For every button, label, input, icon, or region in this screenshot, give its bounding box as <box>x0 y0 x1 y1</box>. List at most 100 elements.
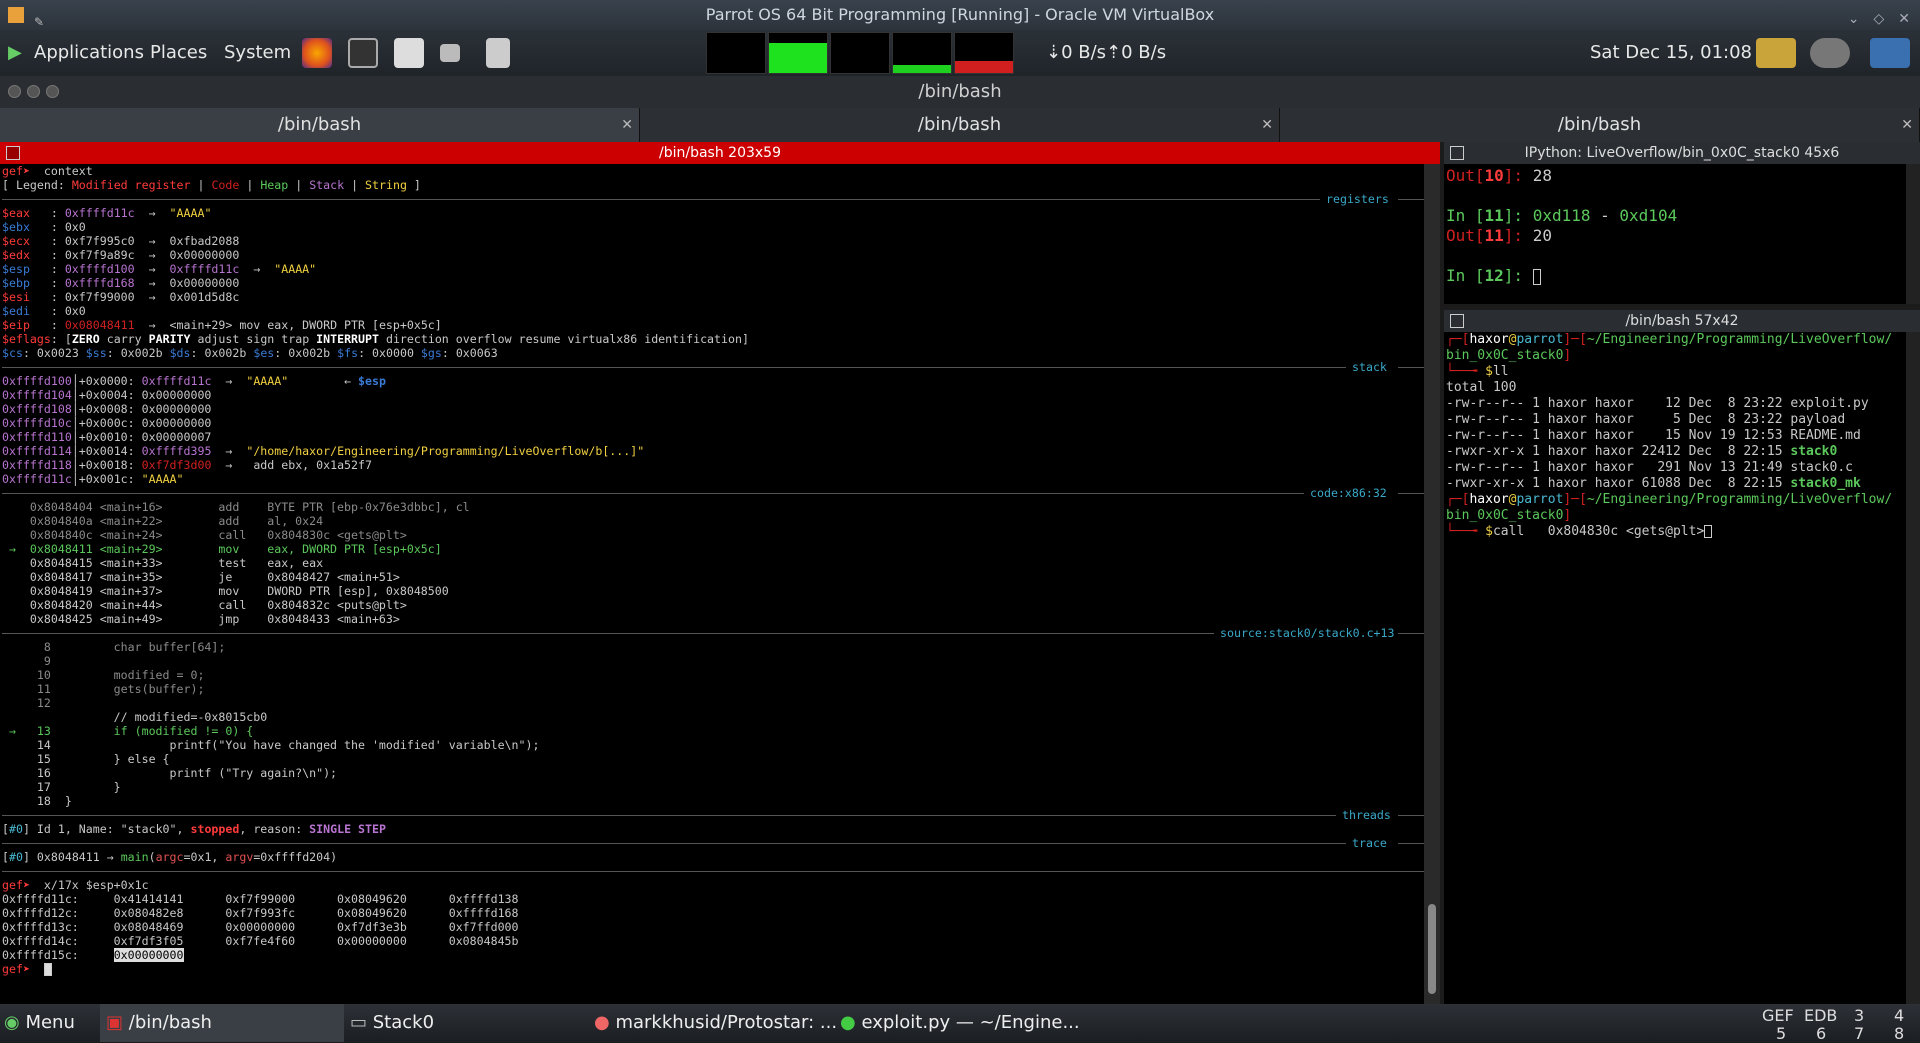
firefox-icon[interactable] <box>302 38 332 68</box>
workspace-8[interactable]: 8 <box>1894 1024 1904 1043</box>
terminal-line: [#0] Id 1, Name: "stack0", stopped, reas… <box>2 822 386 836</box>
ipython-line: Out[10]: 28 <box>1446 166 1552 185</box>
tab-3[interactable]: /bin/bash ✕ <box>1280 108 1920 142</box>
gef-prompt[interactable]: gef➤ <box>2 962 1424 976</box>
terminal-split-icon[interactable] <box>1450 146 1464 160</box>
terminal-split-icon[interactable] <box>6 146 20 160</box>
terminal-line: $ebx : 0x0 <box>2 220 86 234</box>
stack-label: stack <box>1346 360 1393 374</box>
taskbar: ◉ Menu ▣ /bin/bash ▭ Stack0 ● markkhusid… <box>0 1004 1920 1043</box>
ipython-terminal[interactable]: Out[10]: 28 In [11]: 0xd118 - 0xd104 Out… <box>1444 164 1906 304</box>
terminal-icon: ▣ <box>106 1012 124 1033</box>
source-line: 14 printf("You have changed the 'modifie… <box>2 738 540 752</box>
terminal-split-icon[interactable] <box>1450 314 1464 328</box>
network-graph <box>892 32 952 74</box>
bash-pane-title: /bin/bash 57x42 <box>1625 313 1739 329</box>
user-icon[interactable] <box>1870 38 1910 68</box>
close-dot-icon[interactable] <box>8 85 21 98</box>
close-tab-icon[interactable]: ✕ <box>621 108 633 142</box>
section-separator: source:stack0/stack0.c+13 <box>2 626 1424 640</box>
source-line: 12 <box>2 696 51 710</box>
terminal-line: $esi : 0xf7f99000 → 0x001d5d8c <box>2 290 240 304</box>
applications-menu[interactable]: Applications <box>34 42 144 63</box>
task-label: Stack0 <box>372 1012 435 1033</box>
ipython-prompt[interactable]: In [12]: <box>1446 266 1904 286</box>
source-line: 17 } <box>2 780 121 794</box>
section-separator: threads <box>2 808 1424 822</box>
code-line: 0x8048415 <main+33> test eax, eax <box>2 556 324 570</box>
terminal-line: [ Legend: Modified register | Code | Hea… <box>2 178 421 192</box>
maximize-dot-icon[interactable] <box>46 85 59 98</box>
trace-label: trace <box>1346 836 1393 850</box>
left-terminal-title: /bin/bash 203x59 <box>659 145 781 161</box>
close-tab-icon[interactable]: ✕ <box>1901 108 1913 142</box>
workspace-5[interactable]: 5 <box>1776 1024 1786 1043</box>
volume-icon[interactable] <box>1810 38 1850 68</box>
terminal-line: [#0] 0x8048411 → main(argc=0x1, argv=0xf… <box>2 850 338 864</box>
bash-terminal[interactable]: ┌─[haxor@parrot]─[~/Engineering/Programm… <box>1444 332 1906 1004</box>
task-editor[interactable]: ● exploit.py — ~/Engine... <box>840 1004 1080 1042</box>
scrollbar-thumb[interactable] <box>1428 904 1436 994</box>
display-icon[interactable] <box>1756 38 1796 68</box>
source-line: 11 gets(buffer); <box>2 682 205 696</box>
task-stack0[interactable]: ▭ Stack0 <box>350 1004 434 1042</box>
terminal-line: 0xffffd118│+0x0018: 0xf7df3d00 → add ebx… <box>2 458 372 472</box>
section-separator: stack <box>2 360 1424 374</box>
workspace-gef[interactable]: GEF <box>1762 1006 1794 1025</box>
system-menu[interactable]: System <box>224 42 291 63</box>
close-tab-icon[interactable]: ✕ <box>1261 108 1273 142</box>
workspace-6[interactable]: 6 <box>1816 1024 1826 1043</box>
workspace-7[interactable]: 7 <box>1854 1024 1864 1043</box>
prompt-line: ┌─[haxor@parrot]─[~/Engineering/Programm… <box>1446 332 1893 347</box>
terminal-launcher-icon[interactable] <box>348 38 378 68</box>
task-label: /bin/bash <box>128 1012 212 1033</box>
terminal-line: $ecx : 0xf7f995c0 → 0xfbad2088 <box>2 234 240 248</box>
top-panel: ▶ Applications Places System ⇣0 B/s⇡0 B/… <box>0 30 1920 76</box>
prompt-line: ┌─[haxor@parrot]─[~/Engineering/Programm… <box>1446 492 1893 507</box>
clock[interactable]: Sat Dec 15, 01:08 <box>1590 42 1752 63</box>
workspace-edb[interactable]: EDB <box>1804 1006 1837 1025</box>
section-separator <box>2 864 1424 878</box>
bash-pane-header: /bin/bash 57x42 <box>1444 310 1920 332</box>
tab-2[interactable]: /bin/bash ✕ <box>640 108 1280 142</box>
calculator-icon[interactable] <box>486 38 510 68</box>
disk-graph <box>954 32 1014 74</box>
left-terminal-scrollbar[interactable] <box>1424 164 1440 1004</box>
minimize-dot-icon[interactable] <box>27 85 40 98</box>
terminal-line: 0xffffd10c│+0x000c: 0x00000000 <box>2 416 212 430</box>
source-line: 9 <box>2 654 51 668</box>
memory-dump-line: 0xffffd11c: 0x41414141 0xf7f99000 0x0804… <box>2 892 519 906</box>
file-row: -rw-r--r-- 1 haxor haxor 5 Dec 8 23:22 p… <box>1446 412 1846 427</box>
terminal-line: 0xffffd11c│+0x001c: "AAAA" <box>2 472 184 486</box>
terminal-line: $eip : 0x08048411 → <main+29> mov eax, D… <box>2 318 442 332</box>
tab-1[interactable]: /bin/bash ✕ <box>0 108 640 142</box>
file-row: -rwxr-xr-x 1 haxor haxor 61088 Dec 8 22:… <box>1446 476 1861 491</box>
workspace-3[interactable]: 3 <box>1854 1006 1864 1025</box>
menu-label: Menu <box>25 1012 75 1033</box>
ipython-line <box>1446 246 1904 266</box>
task-firefox[interactable]: ● markkhusid/Protostar: ... <box>594 1004 837 1042</box>
source-label: source:stack0/stack0.c+13 <box>1214 626 1401 640</box>
terminal-window-title: /bin/bash <box>0 76 1920 108</box>
terminal-line: $eflags: [ZERO carry PARITY adjust sign … <box>2 332 749 346</box>
text-editor-icon[interactable] <box>394 38 424 68</box>
menu-button[interactable]: ◉ Menu <box>4 1004 75 1042</box>
workspace-4[interactable]: 4 <box>1894 1006 1904 1025</box>
source-line: // modified=-0x8015cb0 <box>2 710 268 724</box>
screen-icon[interactable] <box>440 44 460 62</box>
bash-scrollbar[interactable] <box>1906 332 1920 1004</box>
firefox-icon: ● <box>594 1012 610 1033</box>
current-source-line: → 13 if (modified != 0) { <box>2 724 254 738</box>
threads-label: threads <box>1336 808 1397 822</box>
ipython-scrollbar[interactable] <box>1906 164 1920 304</box>
gef-terminal[interactable]: gef➤ context [ Legend: Modified register… <box>0 164 1424 1004</box>
terminal-line: 0xffffd114│+0x0014: 0xffffd395 → "/home/… <box>2 444 645 458</box>
task-bash[interactable]: ▣ /bin/bash <box>100 1004 344 1042</box>
command-line[interactable]: └──╼ $call 0x804830c <gets@plt> <box>1446 524 1906 540</box>
terminal-line: $ebp : 0xffffd168 → 0x00000000 <box>2 276 240 290</box>
prompt-line: bin_0x0C_stack0] <box>1446 348 1572 363</box>
terminal-line: 0xffffd100│+0x0000: 0xffffd11c → "AAAA" … <box>2 374 386 388</box>
task-label: exploit.py — ~/Engine... <box>861 1012 1080 1033</box>
memory-dump-line: 0xffffd15c: 0x00000000 <box>2 948 184 962</box>
places-menu[interactable]: Places <box>150 42 207 63</box>
